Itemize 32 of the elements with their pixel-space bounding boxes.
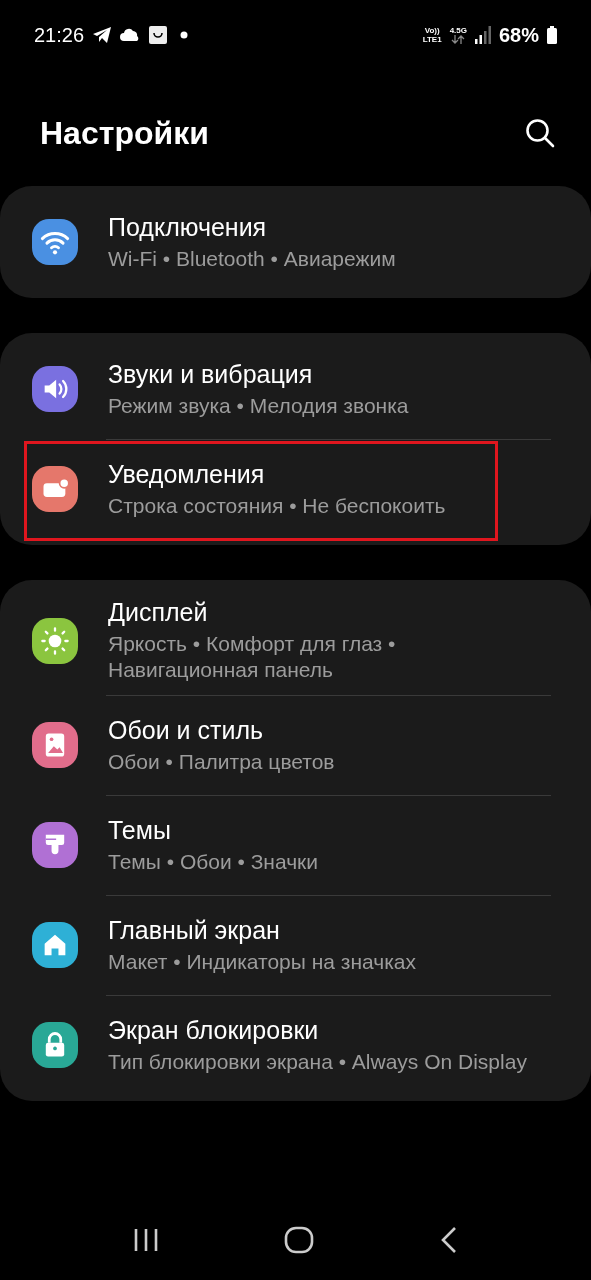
volte-label: Vo)) (424, 26, 440, 35)
setting-subtitle: Тип блокировки экрана • Always On Display (108, 1048, 527, 1075)
back-icon[interactable] (440, 1226, 459, 1254)
setting-subtitle: Режим звука • Мелодия звонка (108, 392, 409, 419)
lte-label: LTE1 (422, 35, 442, 44)
recent-apps-icon[interactable] (132, 1228, 159, 1252)
search-icon[interactable] (525, 118, 555, 148)
setting-subtitle: Wi-Fi • Bluetooth • Авиарежим (108, 245, 396, 272)
setting-title[interactable]: Звуки и вибрация (108, 359, 409, 389)
setting-title[interactable]: Экран блокировки (108, 1015, 527, 1045)
battery-percent: 68% (498, 23, 539, 47)
setting-title[interactable]: Темы (108, 815, 319, 845)
cloud-icon (120, 28, 141, 42)
shopping-bag-icon (148, 25, 169, 45)
setting-title[interactable]: Уведомления (108, 459, 446, 489)
home-button-icon[interactable] (284, 1226, 315, 1254)
telegram-icon (92, 26, 113, 44)
setting-subtitle: Обои • Палитра цветов (108, 748, 335, 775)
setting-subtitle: Макет • Индикаторы на значках (108, 948, 416, 975)
setting-title[interactable]: Обои и стиль (108, 715, 335, 745)
battery-icon (547, 26, 557, 44)
setting-subtitle: Строка состояния • Не беспокоить (108, 492, 446, 519)
setting-title[interactable]: Дисплей (108, 598, 540, 627)
signal-icon (474, 26, 491, 44)
clock: 21:26 (34, 23, 85, 47)
setting-title[interactable]: Подключения (108, 212, 396, 242)
setting-subtitle: Яркость • Комфорт для глаз • Навигационная панель (108, 631, 397, 683)
network-label: 4.5G (449, 26, 467, 35)
data-arrows-icon (451, 35, 466, 44)
page-title: Настройки (40, 114, 209, 152)
setting-subtitle: Темы • Обои • Значки (108, 848, 319, 875)
setting-title[interactable]: Главный экран (108, 915, 416, 945)
